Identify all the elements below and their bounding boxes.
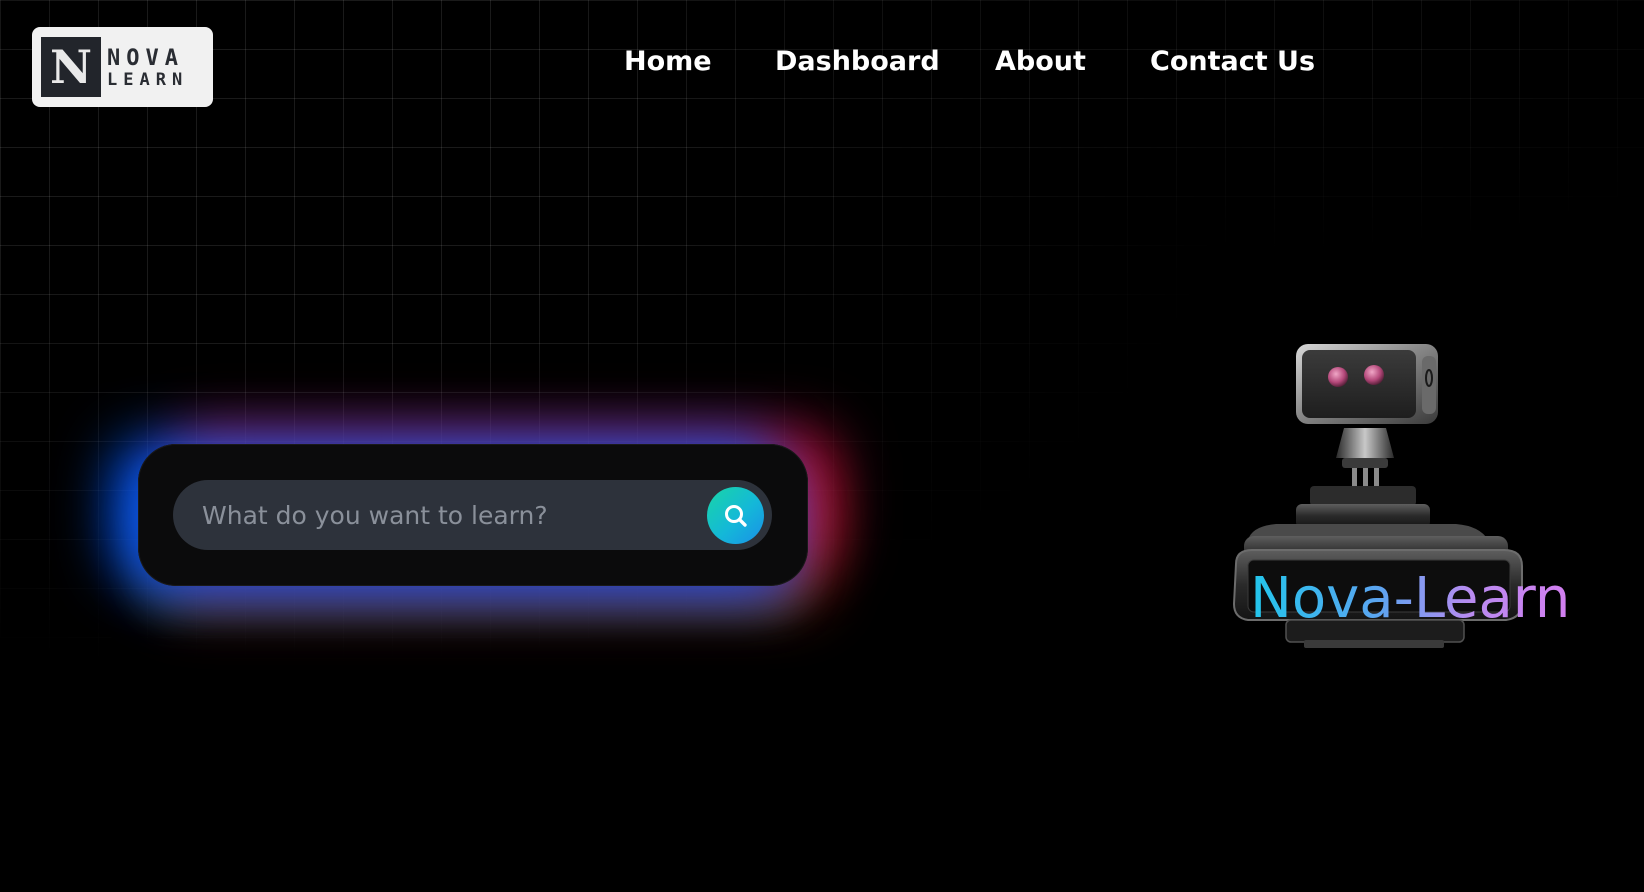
search-icon xyxy=(724,504,747,527)
nav-contact-us-link[interactable]: Contact Us xyxy=(1150,46,1315,77)
logo-line-1: NOVA xyxy=(107,45,184,71)
search-card xyxy=(138,444,808,586)
robot-eye-right xyxy=(1364,365,1384,385)
nova-learn-logo[interactable]: N NOVA LEARN xyxy=(32,27,213,107)
nav-dashboard-link[interactable]: Dashboard xyxy=(775,46,940,77)
robot-head xyxy=(1296,344,1438,424)
nav-about-link[interactable]: About xyxy=(995,46,1086,77)
search-input[interactable] xyxy=(173,480,693,550)
robot-label: Nova-Learn xyxy=(1250,566,1571,631)
search-button[interactable] xyxy=(707,487,764,544)
robot-neck xyxy=(1336,428,1394,486)
search-bar xyxy=(173,480,772,550)
nav-home-link[interactable]: Home xyxy=(624,46,712,77)
logo-letter: N xyxy=(49,40,93,94)
logo-wordmark: NOVA LEARN xyxy=(107,46,188,89)
logo-line-2: LEARN xyxy=(107,69,189,90)
robot-eye-left xyxy=(1328,367,1348,387)
logo-mark: N xyxy=(41,37,101,97)
